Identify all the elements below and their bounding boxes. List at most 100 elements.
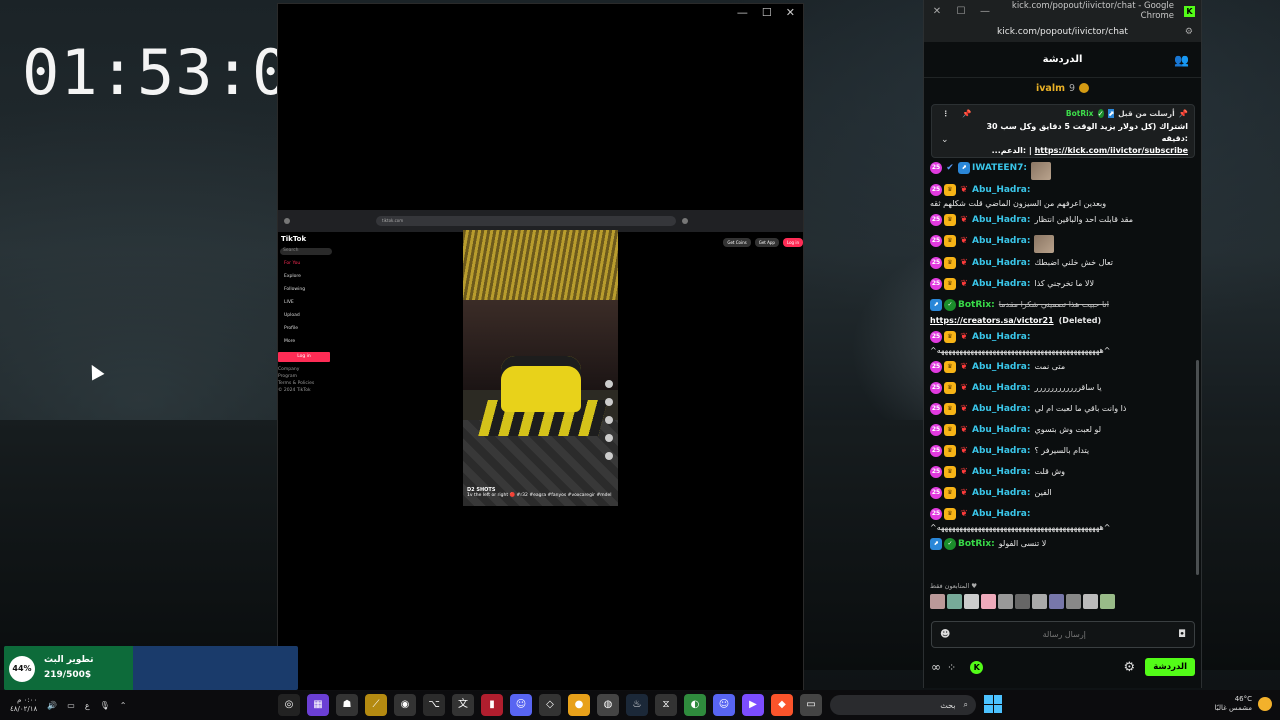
tray-datetime[interactable]: ٠:٠٠ م ٤٨/٠٢/١٨ (10, 696, 37, 714)
app-translate-icon[interactable]: 文 (452, 694, 474, 716)
chat-message[interactable]: 25 ♛ ❦ Abu_Hadra: ذا وانت باقي ما لعبت ام لي (930, 401, 1195, 422)
network-icon[interactable]: ▭ (67, 701, 75, 710)
stream-player-window[interactable]: — ☐ ✕ tiktok.com TikTok Search For You E… (277, 3, 804, 691)
more-options-icon[interactable]: ⋮ (942, 109, 950, 118)
chat-username[interactable]: BotRix: (958, 538, 995, 550)
maximize-icon[interactable]: ☐ (762, 6, 772, 20)
address-bar[interactable]: kick.com/popout/iivictor/chat ⚙ (924, 22, 1201, 42)
share-icon[interactable] (605, 452, 613, 460)
chat-username[interactable]: Abu_Hadra: (972, 257, 1030, 269)
app-terminal-icon[interactable]: ⌥ (423, 694, 445, 716)
chat-scrollbar[interactable] (1196, 360, 1199, 575)
app-discord2-icon[interactable]: ☺ (713, 694, 735, 716)
chat-message[interactable]: 25 ♛ ❦ Abu_Hadra: ^ههههههههههههههههههههههههه… (930, 329, 1195, 359)
avatar[interactable] (1032, 594, 1047, 609)
infinity-icon[interactable]: ∞ (931, 660, 941, 674)
chat-input[interactable]: ☻ إرسال رسالة ◘ (931, 621, 1195, 648)
send-chat-button[interactable]: الدردشة (1145, 658, 1195, 676)
app-bot-icon[interactable]: ● (568, 694, 590, 716)
avatar[interactable] (947, 594, 962, 609)
tiktok-nav-item[interactable]: Following (278, 283, 334, 296)
tiktok-nav-item[interactable]: Explore (278, 270, 334, 283)
avatar[interactable] (964, 594, 979, 609)
users-icon[interactable]: 👥 (1174, 53, 1189, 67)
tiktok-footer-link[interactable]: Terms & Policies (278, 380, 334, 387)
maximize-icon[interactable]: ☐ (954, 6, 968, 17)
get-coins-button[interactable]: Get Coins (723, 238, 751, 247)
app-discord-icon[interactable]: ☺ (510, 694, 532, 716)
comment-icon[interactable] (605, 416, 613, 424)
avatar[interactable] (998, 594, 1013, 609)
microphone-icon[interactable]: 🎙 (100, 701, 110, 710)
chat-username[interactable]: Abu_Hadra: (972, 466, 1030, 478)
embedded-url[interactable]: tiktok.com (376, 216, 676, 226)
chat-username[interactable]: Abu_Hadra: (972, 382, 1030, 394)
url-text[interactable]: kick.com/popout/iivictor/chat (997, 27, 1128, 37)
tiktok-nav-item[interactable]: LIVE (278, 296, 334, 309)
tiktok-nav-item[interactable]: Profile (278, 322, 334, 335)
chat-message[interactable]: ⬈ ✓ BotRix: انا حبيت هذا تصميني شكرا مقدما h… (930, 297, 1195, 329)
pinned-message[interactable]: 📌 أرسلت من قبل ⬈ ✓ BotRix 📌 ⋮ اشتراك (كل… (931, 104, 1195, 158)
avatar[interactable] (605, 380, 613, 388)
chat-username[interactable]: Abu_Hadra: (972, 361, 1030, 373)
language-indicator[interactable]: ع (85, 701, 90, 710)
like-icon[interactable] (605, 398, 613, 406)
emote-icon[interactable]: ⁘ (947, 661, 956, 674)
chat-link[interactable]: https://creators.sa/victor21 (930, 315, 1054, 327)
app-steam-icon[interactable]: ♨ (626, 694, 648, 716)
pinned-link[interactable]: https://kick.com/iivictor/subscribe (1035, 146, 1188, 155)
chevron-down-icon[interactable]: ⌄ (941, 135, 949, 145)
windows-start-icon[interactable] (984, 695, 1002, 713)
taskbar-search[interactable]: بحث ⌕ (830, 695, 976, 715)
minimize-icon[interactable]: — (737, 6, 748, 20)
chat-message[interactable]: 25 ♛ ❦ Abu_Hadra: تعال خش خلني اضبطك (930, 255, 1195, 276)
chat-username[interactable]: Abu_Hadra: (972, 487, 1030, 499)
chat-message[interactable]: 25 ♛ ❦ Abu_Hadra: وش قلت (930, 464, 1195, 485)
chat-shield-icon[interactable]: ◘ (1178, 629, 1186, 640)
avatar[interactable] (1100, 594, 1115, 609)
chat-message[interactable]: 25 ♛ ❦ Abu_Hadra: وبعدين اعرفهم من السيزون ا… (930, 182, 1195, 212)
chat-username[interactable]: Abu_Hadra: (972, 235, 1030, 247)
chat-username[interactable]: Abu_Hadra: (972, 214, 1030, 226)
chat-message[interactable]: 25 ♛ ❦ Abu_Hadra: متى نمت (930, 359, 1195, 380)
app-obs-icon[interactable]: ◎ (278, 694, 300, 716)
tiktok-video[interactable]: D2 SHOTS 1v the left or right 🔴 #r32 #ea… (463, 230, 618, 506)
app-explorer-icon[interactable]: ▭ (800, 694, 822, 716)
close-icon[interactable]: ✕ (786, 6, 795, 20)
tiktok-logo[interactable]: TikTok (278, 232, 334, 246)
chat-username[interactable]: BotRix: (958, 299, 995, 311)
app-target-icon[interactable]: ◉ (394, 694, 416, 716)
tiktok-footer-link[interactable]: Program (278, 373, 334, 380)
tiktok-nav-item[interactable]: Upload (278, 309, 334, 322)
chat-message[interactable]: 25 ♛ ❦ Abu_Hadra: يتدام بالسيرفر ؟ (930, 443, 1195, 464)
app-unity-icon[interactable]: ◇ (539, 694, 561, 716)
chat-message[interactable]: 25 ♛ ❦ Abu_Hadra: ^ههههههههههههههههههههههههه… (930, 506, 1195, 536)
tiktok-nav-item[interactable]: More (278, 335, 334, 348)
chat-username[interactable]: Abu_Hadra: (972, 278, 1030, 290)
tiktok-login-button[interactable]: Log in (278, 352, 330, 362)
chat-username[interactable]: Abu_Hadra: (972, 184, 1030, 196)
chat-message[interactable]: 25 ♛ ❦ Abu_Hadra: لالا ما تخرجني كذا (930, 276, 1195, 297)
avatar[interactable] (981, 594, 996, 609)
tiktok-header-login-button[interactable]: Log in (782, 238, 803, 247)
app-chrome-icon[interactable]: ◐ (684, 694, 706, 716)
chat-username[interactable]: Abu_Hadra: (972, 403, 1030, 415)
gear-icon[interactable]: ⚙ (1124, 660, 1136, 675)
avatar[interactable] (1049, 594, 1064, 609)
app-ghost-icon[interactable]: ☗ (336, 694, 358, 716)
app-arrow-icon[interactable]: ⟋ (365, 694, 387, 716)
top-gifter[interactable]: ivalm 9 (924, 78, 1201, 98)
close-icon[interactable]: ✕ (930, 6, 944, 17)
chat-message[interactable]: 25 ♛ ❦ Abu_Hadra: يا ساقرررررررررررر (930, 380, 1195, 401)
avatar[interactable] (1015, 594, 1030, 609)
emoji-icon[interactable]: ☻ (940, 629, 950, 640)
chat-message[interactable]: 25 ♛ ❦ Abu_Hadra: لو لعبت وش بتسوي (930, 422, 1195, 443)
avatar[interactable] (1083, 594, 1098, 609)
extension-icon[interactable] (682, 218, 688, 224)
bookmark-icon[interactable] (605, 434, 613, 442)
minimize-icon[interactable]: — (978, 6, 992, 17)
chat-username[interactable]: Abu_Hadra: (972, 508, 1030, 520)
speaker-icon[interactable]: 🔊 (47, 701, 57, 710)
get-app-button[interactable]: Get App (754, 238, 779, 247)
tiktok-footer-link[interactable]: Company (278, 366, 334, 373)
